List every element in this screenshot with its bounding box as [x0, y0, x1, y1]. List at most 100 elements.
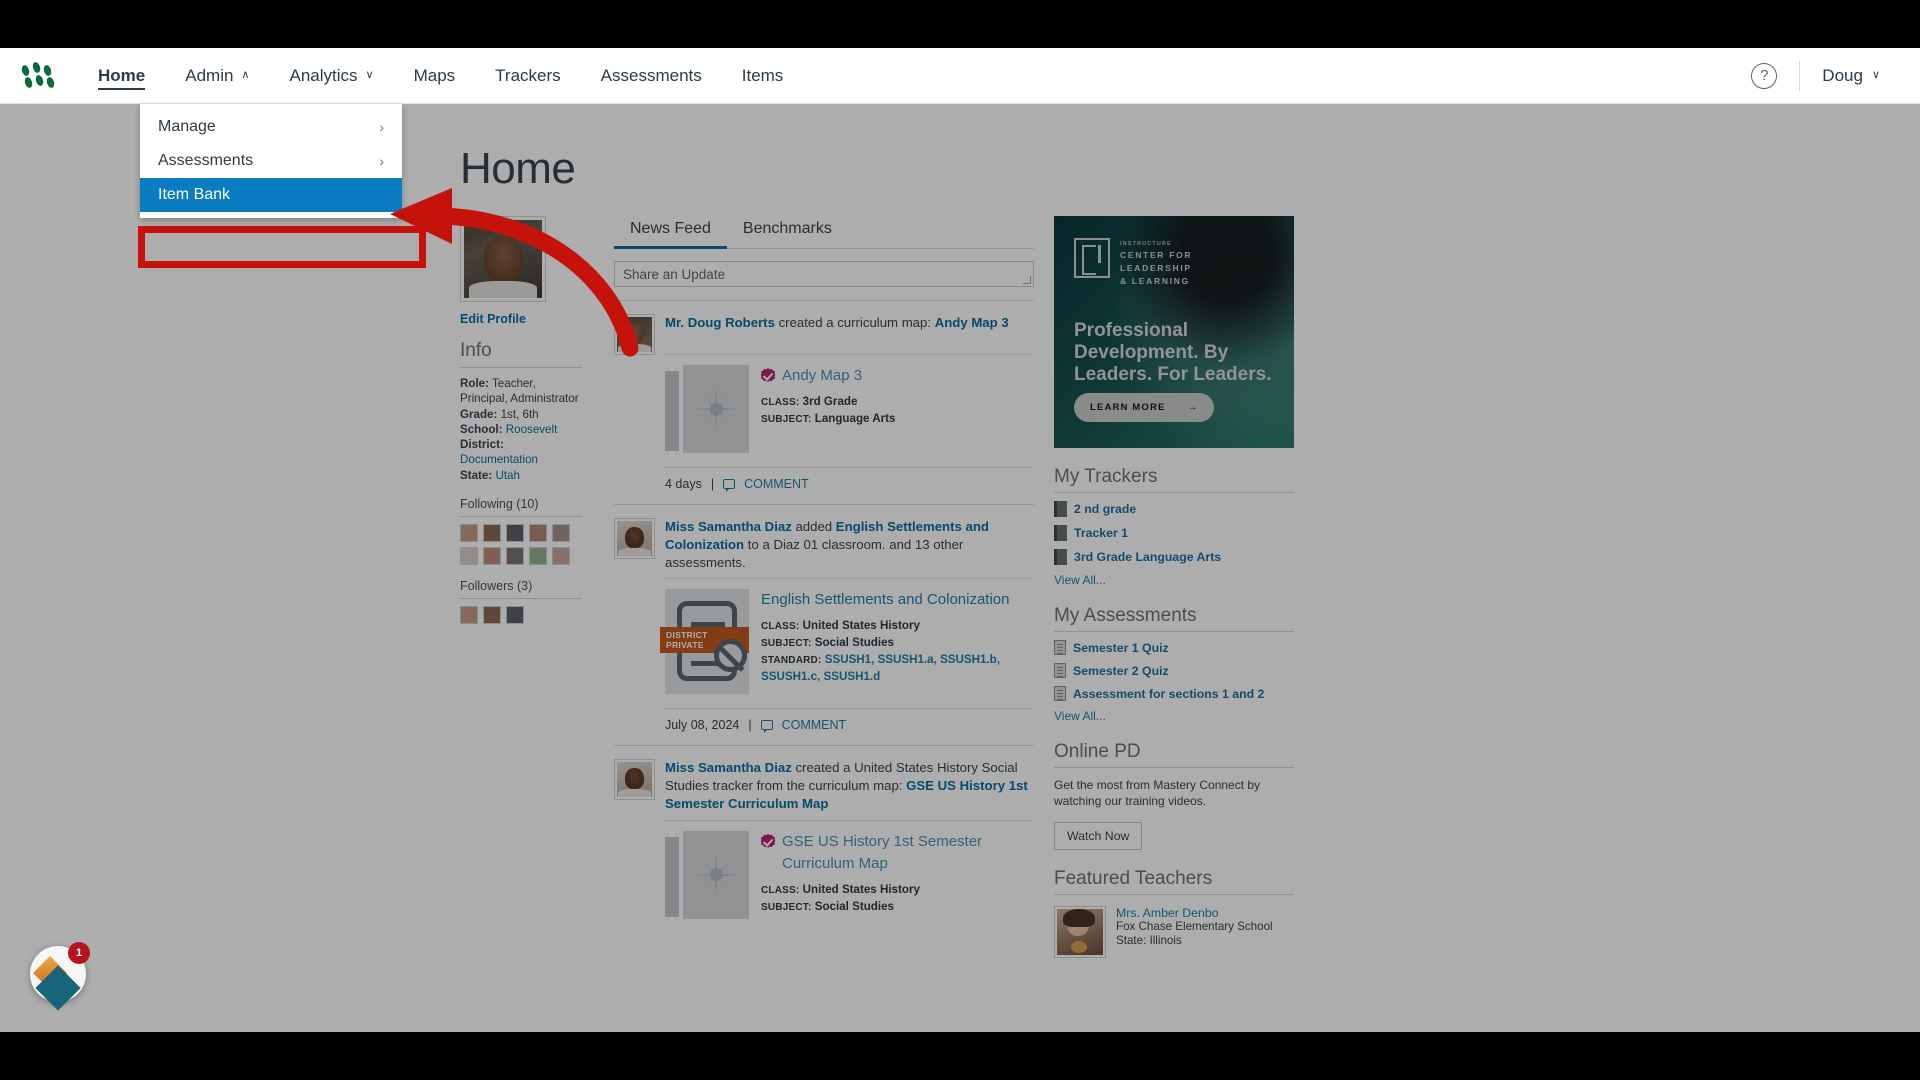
- avatar[interactable]: [506, 547, 524, 566]
- dropdown-item-assessments-label: Assessments: [158, 152, 254, 169]
- avatar[interactable]: [460, 547, 478, 566]
- following-count: (10): [516, 497, 539, 512]
- post-action-before: added: [791, 519, 836, 534]
- dropdown-item-item-bank[interactable]: Item Bank: [140, 178, 402, 212]
- trackers-view-all-link[interactable]: View All...: [1054, 573, 1294, 587]
- list-item[interactable]: Semester 1 Quiz: [1054, 640, 1294, 655]
- assessments-view-all-link[interactable]: View All...: [1054, 709, 1294, 723]
- featured-teacher-info: Mrs. Amber Denbo Fox Chase Elementary Sc…: [1116, 906, 1273, 958]
- avatar[interactable]: [529, 524, 547, 543]
- my-assessments-heading: My Assessments: [1054, 605, 1294, 632]
- document-icon: [1054, 640, 1066, 655]
- tracker-link[interactable]: 3rd Grade Language Arts: [1074, 550, 1221, 564]
- admin-dropdown-menu: Manage › Assessments › Item Bank: [140, 104, 402, 218]
- post-item-title-row: Andy Map 3: [761, 365, 1034, 387]
- post-author-link[interactable]: Mr. Doug Roberts: [665, 315, 775, 330]
- nav-item-trackers-label: Trackers: [495, 65, 561, 85]
- profile-column: Edit Profile Info Role: Teacher, Princip…: [460, 216, 582, 958]
- nav-item-admin-label: Admin: [185, 65, 234, 85]
- feed-post: Miss Samantha Diaz added English Settlem…: [614, 504, 1034, 734]
- meta-standard-key: STANDARD:: [761, 655, 822, 667]
- comment-icon: [723, 479, 736, 492]
- tracker-link[interactable]: Tracker 1: [1074, 526, 1128, 540]
- list-item[interactable]: Tracker 1: [1054, 525, 1294, 541]
- comment-link[interactable]: COMMENT: [744, 477, 809, 491]
- tab-news-feed[interactable]: News Feed: [614, 216, 727, 249]
- list-item[interactable]: 2 nd grade: [1054, 501, 1294, 517]
- promo-ad-banner[interactable]: INSTRUCTURE CENTER FOR LEADERSHIP & LEAR…: [1054, 216, 1294, 448]
- assessment-link[interactable]: Semester 1 Quiz: [1073, 641, 1169, 655]
- list-item[interactable]: 3rd Grade Language Arts: [1054, 549, 1294, 565]
- info-district-key: District:: [460, 438, 504, 452]
- avatar[interactable]: [460, 606, 478, 625]
- assessment-link[interactable]: Semester 2 Quiz: [1073, 664, 1169, 678]
- info-heading: Info: [460, 340, 582, 368]
- mastery-connect-logo-icon[interactable]: [20, 60, 56, 90]
- avatar[interactable]: [552, 547, 570, 566]
- nav-item-admin[interactable]: Admin ∧: [165, 48, 269, 104]
- post-item-title[interactable]: GSE US History 1st Semester Curriculum M…: [782, 831, 1034, 875]
- assessment-link[interactable]: Assessment for sections 1 and 2: [1073, 687, 1264, 701]
- post-author-link[interactable]: Miss Samantha Diaz: [665, 519, 792, 534]
- avatar[interactable]: [483, 524, 501, 543]
- followers-count: (3): [516, 579, 533, 594]
- post-item-title[interactable]: English Settlements and Colonization: [761, 589, 1009, 611]
- avatar[interactable]: [460, 524, 478, 543]
- nav-item-trackers[interactable]: Trackers: [475, 48, 581, 104]
- avatar[interactable]: [552, 524, 570, 543]
- nav-item-assessments[interactable]: Assessments: [581, 48, 722, 104]
- dropdown-item-assessments[interactable]: Assessments ›: [140, 144, 402, 178]
- avatar[interactable]: [483, 606, 501, 625]
- nav-item-home[interactable]: Home: [78, 48, 165, 104]
- help-icon[interactable]: ?: [1751, 62, 1778, 89]
- nav-item-analytics[interactable]: Analytics ∨: [269, 48, 393, 104]
- meta-subject-value: Social Studies: [814, 636, 894, 650]
- post-date: July 08, 2024: [665, 718, 740, 733]
- info-state-value[interactable]: Utah: [495, 469, 520, 482]
- post-meta-subject: SUBJECT: Social Studies: [761, 635, 1034, 652]
- avatar[interactable]: [506, 606, 524, 625]
- app-page: Home Admin ∧ Analytics ∨ Maps Trackers A…: [0, 48, 1920, 1032]
- tracker-icon: [1054, 501, 1067, 517]
- post-item-title[interactable]: Andy Map 3: [782, 365, 862, 387]
- right-sidebar: INSTRUCTURE CENTER FOR LEADERSHIP & LEAR…: [1054, 216, 1294, 958]
- info-role: Role: Teacher, Principal, Administrator: [460, 376, 582, 407]
- avatar[interactable]: [483, 547, 501, 566]
- tracker-link[interactable]: 2 nd grade: [1074, 502, 1136, 516]
- nav-item-assessments-label: Assessments: [600, 65, 702, 85]
- ad-brand-tiny: INSTRUCTURE: [1120, 241, 1172, 247]
- nav-item-items[interactable]: Items: [722, 48, 804, 104]
- dropdown-item-manage[interactable]: Manage ›: [140, 110, 402, 144]
- ad-brand-text: INSTRUCTURE CENTER FOR LEADERSHIP & LEAR…: [1120, 240, 1192, 289]
- tab-benchmarks[interactable]: Benchmarks: [727, 216, 848, 248]
- dropdown-item-manage-label: Manage: [158, 118, 216, 135]
- dropdown-item-item-bank-label: Item Bank: [158, 186, 231, 203]
- edit-profile-link[interactable]: Edit Profile: [460, 312, 582, 326]
- info-school-value[interactable]: Roosevelt: [506, 423, 558, 436]
- followers-header[interactable]: Followers (3): [460, 579, 582, 593]
- info-district-value[interactable]: Documentation: [460, 453, 538, 466]
- support-widget-button[interactable]: 1: [30, 942, 90, 1011]
- share-update-input[interactable]: Share an Update: [614, 261, 1034, 287]
- online-pd-text: Get the most from Mastery Connect by wat…: [1054, 778, 1261, 809]
- news-feed-column: News Feed Benchmarks Share an Update Mr.…: [614, 216, 1034, 958]
- post-object-link[interactable]: Andy Map 3: [935, 315, 1009, 330]
- avatar[interactable]: [529, 547, 547, 566]
- curriculum-map-icon: [665, 365, 749, 453]
- info-district: District: Documentation: [460, 437, 582, 468]
- watch-now-button[interactable]: Watch Now: [1054, 821, 1143, 850]
- user-menu[interactable]: Doug ∨: [1822, 66, 1898, 86]
- comment-link[interactable]: COMMENT: [782, 718, 847, 732]
- list-item[interactable]: Assessment for sections 1 and 2: [1054, 686, 1294, 701]
- avatar[interactable]: [506, 524, 524, 543]
- nav-item-maps[interactable]: Maps: [394, 48, 476, 104]
- post-author-link[interactable]: Miss Samantha Diaz: [665, 760, 792, 775]
- learn-more-button[interactable]: LEARN MORE →: [1074, 393, 1215, 422]
- following-header[interactable]: Following (10): [460, 497, 582, 511]
- featured-teacher-name[interactable]: Mrs. Amber Denbo: [1116, 906, 1273, 920]
- profile-info-list: Role: Teacher, Principal, Administrator …: [460, 376, 582, 483]
- chevron-right-icon: ›: [379, 153, 384, 169]
- post-meta-class: CLASS: United States History: [761, 618, 1034, 635]
- ad-brand-line1: CENTER FOR: [1120, 249, 1193, 260]
- list-item[interactable]: Semester 2 Quiz: [1054, 663, 1294, 678]
